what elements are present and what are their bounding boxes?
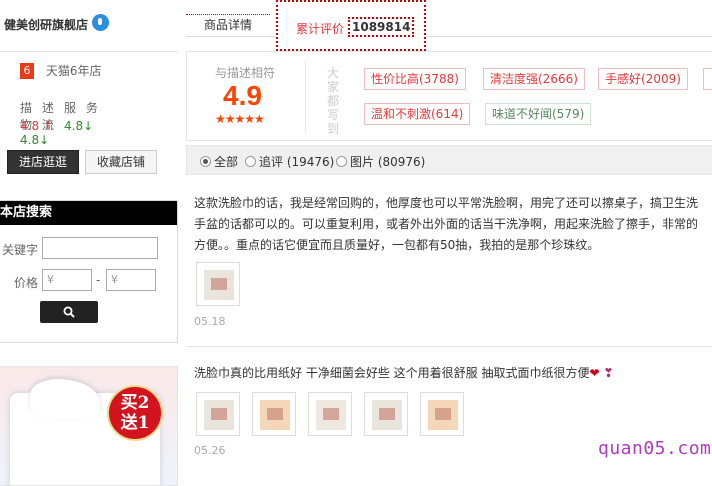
heart-emoji-icon: ❤ (589, 366, 600, 380)
rating-value-description: 4.8 ↑ (20, 119, 53, 133)
favorite-shop-button[interactable]: 收藏店铺 (85, 150, 157, 174)
tmall-years-text: 天猫6年店 (45, 64, 102, 78)
promo-banner[interactable]: 买2 送1 (0, 366, 178, 486)
review-date: 05.18 (194, 315, 226, 328)
score-label: 与描述相符 (215, 66, 276, 80)
promo-badge: 买2 送1 (107, 385, 163, 441)
tags-title: 大家都写到 (327, 66, 340, 136)
review-photo[interactable] (196, 262, 240, 306)
price-label: 价格 (14, 276, 39, 290)
rating-value-logistics: 4.8↓ (20, 133, 50, 147)
tab-reviews[interactable]: 累计评价 1089814 (276, 0, 426, 51)
review-filter-bar: 全部 追评 (19476) 图片 (80976) (186, 145, 712, 175)
filter-images-label: 图片 (80976) (350, 155, 426, 169)
tab-product-detail[interactable]: 商品详情 (186, 14, 270, 36)
keyword-label: 关键字 (2, 243, 39, 257)
review-separator (186, 346, 712, 347)
star-rating: ★★★★★ (215, 112, 265, 126)
tab-reviews-count: 1089814 (348, 17, 415, 37)
filter-followup-label: 追评 (19476) (259, 155, 335, 169)
review-tag[interactable]: 手感好(2009) (598, 68, 688, 90)
price-min-input[interactable]: ¥ (42, 269, 92, 291)
review-photo[interactable] (252, 392, 296, 436)
shop-search-button[interactable] (40, 301, 98, 323)
rating-label-service: 服 务 (64, 101, 101, 115)
review-photo[interactable] (420, 392, 464, 436)
chat-icon[interactable] (92, 14, 109, 31)
shop-rating-values: 4.8 ↑ 4.8↓4.8↓ (20, 119, 150, 147)
shop-header: 健美创研旗舰店 (0, 0, 178, 52)
review-photo[interactable] (308, 392, 352, 436)
filter-all[interactable]: 全部 (200, 153, 238, 170)
review-summary: 与描述相符 4.9 ★★★★★ 大家都写到 性价比高(3788) 清洁度强(26… (186, 51, 712, 141)
review-tag[interactable]: 温和不刺激(614) (364, 103, 471, 125)
score-value: 4.9 (223, 80, 262, 111)
review-photo[interactable] (196, 392, 240, 436)
price-max-input[interactable]: ¥ (106, 269, 156, 291)
shop-sidebar: 健美创研旗舰店 6 天猫6年店 描 述服 务物 流 4.8 ↑ 4.8↓4.8↓ … (0, 0, 178, 486)
promo-badge-line2: 送1 (120, 413, 150, 433)
radio-icon (245, 156, 256, 167)
rating-value-service: 4.8↓ (64, 119, 94, 133)
summary-divider (305, 62, 306, 132)
review-tag[interactable]: 清洁度强(2666) (483, 68, 585, 90)
shop-search-panel: 本店搜索 关键字 价格 ¥ - ¥ (0, 200, 178, 343)
tab-reviews-label: 累计评价 (296, 22, 345, 36)
tmall-year-badge: 6 (20, 62, 34, 79)
search-icon (63, 306, 75, 318)
detail-tabs: 商品详情 累计评价 1089814 (186, 0, 712, 51)
filter-images[interactable]: 图片 (80976) (336, 153, 425, 170)
radio-selected-icon (200, 156, 211, 167)
shop-name[interactable]: 健美创研旗舰店 (4, 16, 88, 33)
review-item: 这款洗脸巾的话，我是经常回购的，他厚度也可以平常洗脸啊，用完了还可以擦桌子，搞卫… (186, 193, 712, 333)
keyword-input[interactable] (42, 237, 158, 259)
tmall-years-row: 6 天猫6年店 (20, 62, 102, 79)
review-item: 洗脸巾真的比用纸好 干净细菌会好些 这个用着很舒服 抽取式面巾纸很方便❤ ❣ 0… (186, 363, 712, 483)
hearts-sticker-icon: ❣ (599, 366, 614, 380)
review-text: 这款洗脸巾的话，我是经常回购的，他厚度也可以平常洗脸啊，用完了还可以擦桌子，搞卫… (194, 196, 699, 252)
price-separator: - (96, 273, 101, 287)
review-tag-partial[interactable] (703, 68, 712, 90)
review-tag[interactable]: 味道不好闻(579) (485, 103, 592, 125)
review-text-row: 洗脸巾真的比用纸好 干净细菌会好些 这个用着很舒服 抽取式面巾纸很方便❤ ❣ (186, 363, 712, 384)
radio-icon (336, 156, 347, 167)
filter-followup[interactable]: 追评 (19476) (245, 153, 334, 170)
promo-badge-line1: 买2 (120, 393, 150, 413)
review-date: 05.26 (194, 444, 226, 457)
shop-search-title: 本店搜索 (0, 201, 177, 225)
review-photo[interactable] (364, 392, 408, 436)
review-tag[interactable]: 性价比高(3788) (364, 68, 466, 90)
review-text: 洗脸巾真的比用纸好 干净细菌会好些 这个用着很舒服 抽取式面巾纸很方便 (194, 366, 590, 380)
filter-all-label: 全部 (214, 155, 239, 169)
site-watermark: quan05.com (598, 438, 712, 459)
enter-shop-button[interactable]: 进店逛逛 (7, 150, 79, 174)
rating-label-description: 描 述 (20, 101, 57, 115)
